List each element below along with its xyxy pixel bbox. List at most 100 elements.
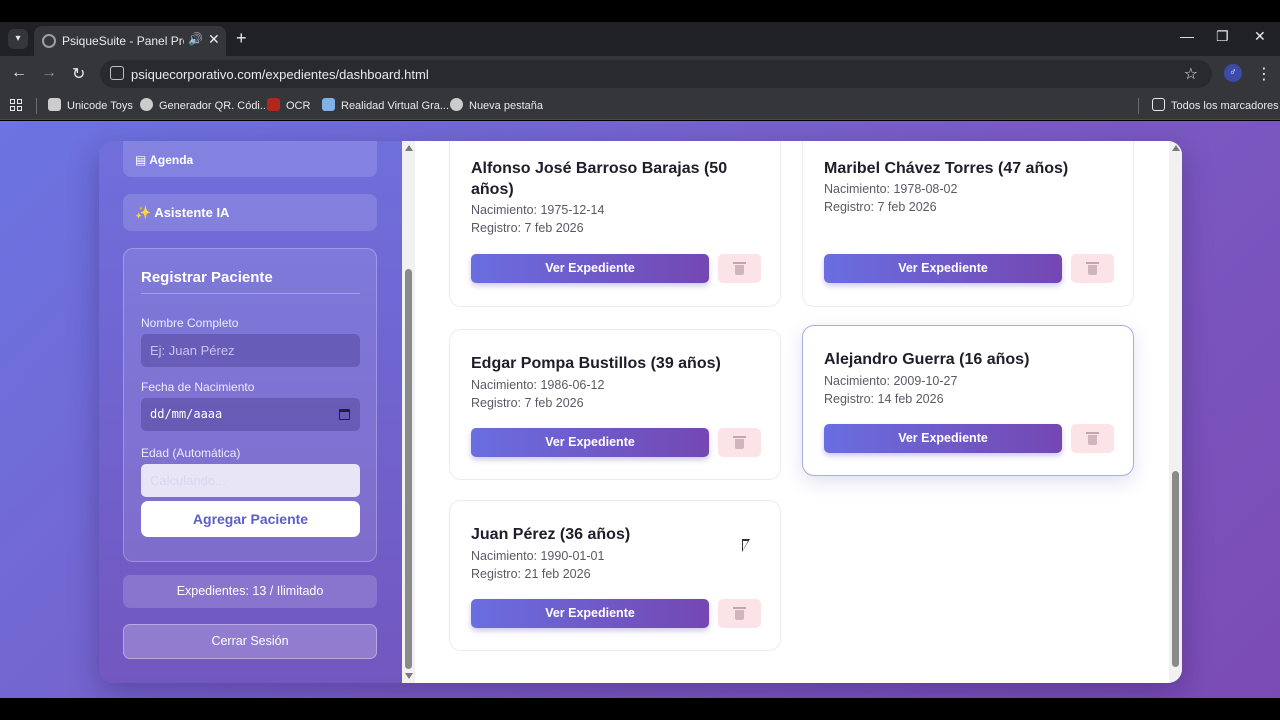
register-patient-form: Registrar Paciente Nombre Completo Ej: J… [123, 248, 377, 562]
bookmark-separator [36, 98, 37, 114]
delete-button[interactable] [718, 599, 761, 628]
sidebar-item-agenda[interactable]: ▤ Agenda [123, 141, 377, 177]
site-info-icon[interactable] [110, 66, 124, 80]
bookmark-label: Generador QR. Códi... [159, 100, 270, 112]
tab-title: PsiqueSuite - Panel Profesional [62, 34, 184, 48]
bookmark-label: Unicode Toys [67, 100, 133, 112]
browser-tabbar: ▾ PsiqueSuite - Panel Profesional 🔊 ✕ + … [0, 22, 1280, 56]
patient-registered: Registro: 21 feb 2026 [471, 567, 591, 581]
patient-birth: Nacimiento: 1978-08-02 [824, 182, 958, 196]
browser-toolbar: ← → ↻ psiquecorporativo.com/expedientes/… [0, 56, 1280, 92]
scroll-thumb[interactable] [1172, 471, 1179, 667]
sidebar-item-assistant[interactable]: ✨ Asistente IA [123, 194, 377, 231]
trash-icon [1086, 432, 1099, 445]
patient-birth: Nacimiento: 1990-01-01 [471, 549, 605, 563]
records-count: Expedientes: 13 / Ilimitado [123, 575, 377, 608]
delete-button[interactable] [718, 428, 761, 457]
bookmark-unicode-toys[interactable]: Unicode Toys [48, 98, 133, 112]
form-title: Registrar Paciente [141, 269, 273, 286]
patient-name: Alejandro Guerra (16 años) [824, 351, 1030, 368]
restore-icon[interactable]: ❐ [1216, 28, 1229, 45]
add-patient-button[interactable]: Agregar Paciente [141, 501, 360, 537]
bookmark-label: OCR [286, 100, 311, 112]
patient-card: Juan Pérez (36 años) Nacimiento: 1990-01… [449, 500, 781, 651]
delete-button[interactable] [718, 254, 761, 283]
patient-birth: Nacimiento: 1986-06-12 [471, 378, 605, 392]
view-record-button[interactable]: Ver Expediente [824, 254, 1062, 283]
sidebar-scrollbar[interactable] [402, 141, 415, 683]
dob-input[interactable]: dd/mm/aaaa [141, 398, 360, 431]
bookmark-vr[interactable]: Realidad Virtual Gra... [322, 98, 449, 112]
page-background: ▤ Agenda ✨ Asistente IA Registrar Pacien… [0, 121, 1280, 698]
logout-button[interactable]: Cerrar Sesión [123, 624, 377, 659]
patient-card: Maribel Chávez Torres (47 años) Nacimien… [802, 141, 1134, 307]
folder-icon [1152, 98, 1165, 111]
bookmarks-bar: Unicode Toys Generador QR. Códi... OCR R… [0, 92, 1280, 120]
view-record-button[interactable]: Ver Expediente [471, 428, 709, 457]
dob-label: Fecha de Nacimiento [141, 380, 255, 394]
ocr-icon [267, 98, 280, 111]
back-icon[interactable]: ← [11, 64, 27, 82]
scroll-up-arrow[interactable] [405, 145, 413, 151]
bookmark-qr[interactable]: Generador QR. Códi... [140, 98, 269, 112]
scroll-thumb[interactable] [405, 269, 412, 669]
patient-registered: Registro: 14 feb 2026 [824, 392, 944, 406]
url-text[interactable]: psiquecorporativo.com/expedientes/dashbo… [131, 67, 429, 82]
app-shell: ▤ Agenda ✨ Asistente IA Registrar Pacien… [99, 141, 1182, 683]
window-close-icon[interactable]: ✕ [1254, 28, 1266, 45]
forward-icon[interactable]: → [41, 64, 57, 82]
bookmark-label: Todos los marcadores [1171, 100, 1279, 112]
trash-icon [733, 436, 746, 449]
bookmark-separator [1138, 98, 1139, 114]
patients-grid: Alfonso José Barroso Barajas (50 años) N… [415, 141, 1182, 683]
patient-name: Maribel Chávez Torres (47 años) [824, 160, 1069, 177]
speaker-icon[interactable]: 🔊 [188, 32, 203, 46]
bookmark-ocr[interactable]: OCR [267, 98, 310, 112]
trash-icon [733, 607, 746, 620]
apps-grid-icon[interactable] [10, 99, 23, 112]
reload-icon[interactable]: ↻ [72, 64, 85, 84]
tab-search-icon[interactable]: ▾ [8, 29, 28, 49]
trash-icon [1086, 262, 1099, 275]
divider [141, 293, 360, 294]
menu-icon[interactable]: ⋮ [1256, 64, 1272, 84]
bookmark-star-icon[interactable]: ☆ [1184, 64, 1198, 84]
all-bookmarks[interactable]: Todos los marcadores [1152, 98, 1279, 112]
name-label: Nombre Completo [141, 316, 239, 330]
page-icon [48, 98, 61, 111]
view-record-button[interactable]: Ver Expediente [824, 424, 1062, 453]
address-bar[interactable]: psiquecorporativo.com/expedientes/dashbo… [100, 60, 1212, 88]
patient-registered: Registro: 7 feb 2026 [471, 396, 584, 410]
minimize-icon[interactable]: — [1180, 28, 1194, 44]
browser-tab[interactable]: PsiqueSuite - Panel Profesional 🔊 ✕ [34, 26, 226, 56]
main-scrollbar[interactable] [1169, 141, 1182, 683]
new-tab-icon[interactable]: + [236, 28, 247, 49]
vr-icon [322, 98, 335, 111]
patient-card: Alfonso José Barroso Barajas (50 años) N… [449, 141, 781, 307]
sidebar: ▤ Agenda ✨ Asistente IA Registrar Pacien… [99, 141, 402, 683]
scroll-up-arrow[interactable] [1172, 145, 1180, 151]
globe-icon [140, 98, 153, 111]
patient-card: Edgar Pompa Bustillos (39 años) Nacimien… [449, 329, 781, 480]
patient-birth: Nacimiento: 1975-12-14 [471, 203, 605, 217]
trash-icon [733, 262, 746, 275]
patient-registered: Registro: 7 feb 2026 [471, 221, 584, 235]
dob-placeholder: dd/mm/aaaa [150, 407, 223, 421]
patient-name: Alfonso José Barroso Barajas (50 años) [471, 160, 728, 198]
extension-icon[interactable]: ♂ [1224, 64, 1242, 82]
mouse-cursor-icon [742, 539, 750, 552]
close-icon[interactable]: ✕ [208, 31, 220, 48]
delete-button[interactable] [1071, 254, 1114, 283]
patient-registered: Registro: 7 feb 2026 [824, 200, 937, 214]
scroll-down-arrow[interactable] [405, 673, 413, 679]
delete-button[interactable] [1071, 424, 1114, 453]
name-input[interactable]: Ej: Juan Pérez [141, 334, 360, 367]
calendar-icon[interactable] [339, 409, 350, 420]
view-record-button[interactable]: Ver Expediente [471, 599, 709, 628]
age-label: Edad (Automática) [141, 446, 241, 460]
view-record-button[interactable]: Ver Expediente [471, 254, 709, 283]
age-input: Calculando... [141, 464, 360, 497]
bookmark-new-tab[interactable]: Nueva pestaña [450, 98, 543, 112]
bookmark-label: Realidad Virtual Gra... [341, 100, 450, 112]
patient-name: Edgar Pompa Bustillos (39 años) [471, 355, 721, 372]
